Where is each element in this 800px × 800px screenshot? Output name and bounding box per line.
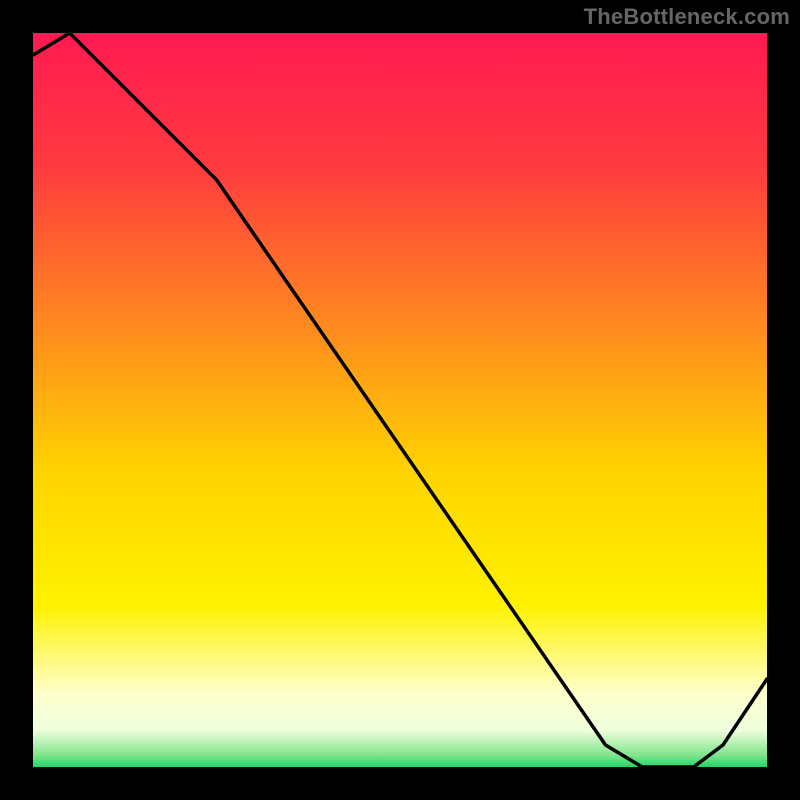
chart-canvas: TheBottleneck.com <box>0 0 800 800</box>
plot-area <box>33 33 767 767</box>
gradient-background <box>33 33 767 767</box>
watermark-text: TheBottleneck.com <box>584 4 790 30</box>
chart-svg <box>33 33 767 767</box>
